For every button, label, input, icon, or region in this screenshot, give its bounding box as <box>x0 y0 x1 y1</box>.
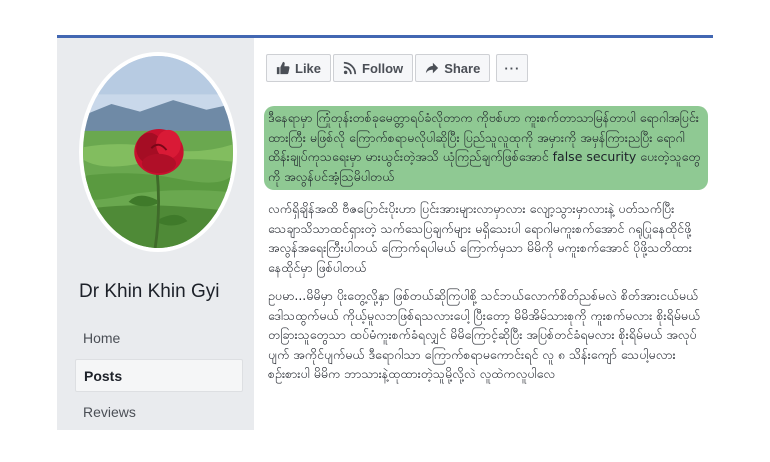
nav-item-reviews[interactable]: Reviews <box>75 396 243 429</box>
share-arrow-icon <box>425 61 439 75</box>
more-options-button[interactable]: ··· <box>496 54 529 82</box>
profile-picture[interactable] <box>79 52 237 252</box>
facebook-page-frame: Dr Khin Khin Gyi Home Posts Reviews Like… <box>57 35 713 430</box>
like-button[interactable]: Like <box>266 54 332 82</box>
page-actions: Like Follow Share ··· <box>266 54 530 84</box>
rss-icon <box>343 61 357 75</box>
share-label: Share <box>444 60 481 76</box>
main-content: Like Follow Share ··· ဒီနေရာမှာ ကြုံတုန်… <box>254 38 713 430</box>
rose-photo <box>83 56 233 248</box>
post-paragraph: ဥပမာ...မိမိမှာ ပိုးတွေ့လို့နှာ ဖြစ်တယ်ဆိ… <box>268 288 701 381</box>
page-sidebar: Dr Khin Khin Gyi Home Posts Reviews <box>57 38 253 430</box>
nav-item-home[interactable]: Home <box>75 322 243 355</box>
follow-label: Follow <box>362 60 404 76</box>
page-name: Dr Khin Khin Gyi <box>79 281 220 302</box>
like-label: Like <box>295 60 322 76</box>
post-paragraph: လက်ရှိချိန်အထိ ဗီဇပြောင်းပိုးဟာ ပြင်းအား… <box>268 201 692 275</box>
nav-item-posts[interactable]: Posts <box>75 359 243 392</box>
thumbs-up-icon <box>276 61 290 75</box>
page-nav: Home Posts Reviews <box>75 322 243 430</box>
post-body: ဒီနေရာမှာ ကြုံတုန်းတစ်ခုမေတ္တာရပ်ခံလိုတာ… <box>264 106 708 393</box>
highlighted-passage: ဒီနေရာမှာ ကြုံတုန်းတစ်ခုမေတ္တာရပ်ခံလိုတာ… <box>264 106 708 190</box>
share-button[interactable]: Share <box>415 54 491 82</box>
follow-button[interactable]: Follow <box>333 54 414 82</box>
